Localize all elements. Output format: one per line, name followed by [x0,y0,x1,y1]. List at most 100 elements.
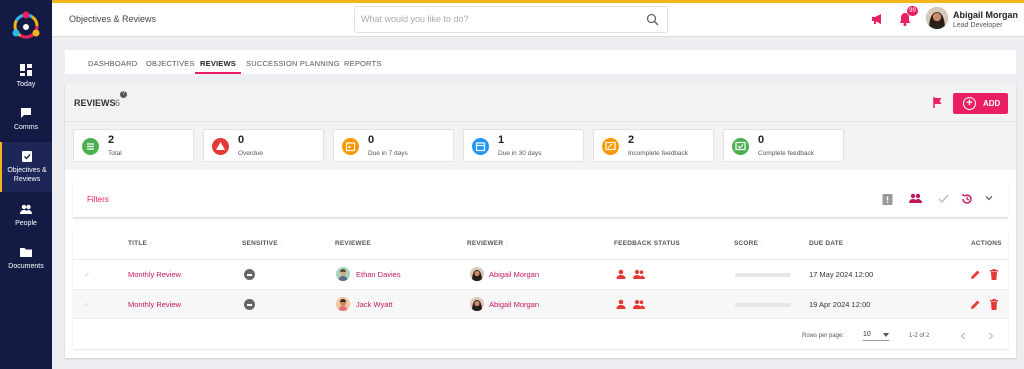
user-avatar[interactable] [926,7,948,29]
next-page-icon[interactable] [987,332,995,340]
stat-incomplete-feedback[interactable]: 2 Incomplete feedback [593,129,714,162]
reviewee-name-link[interactable]: Ethan Davies [356,270,401,279]
review-title-link[interactable]: Monthly Review [128,300,181,309]
top-header: Objectives & Reviews 99 Abigail Morgan L… [52,3,1024,37]
pagination-range: 1-2 of 2 [909,333,930,339]
header-label: SENSITIVE [242,240,278,247]
reviewer-avatar [470,297,484,311]
sidebar-item-documents[interactable]: Documents [0,246,52,271]
stat-label: Incomplete feedback [628,150,688,157]
stat-label: Overdue [238,150,263,157]
sidebar-item-objectives-reviews[interactable]: Objectives & Reviews [0,142,52,192]
folder-icon [20,248,32,257]
reviews-title: REVIEWS [74,98,116,108]
rows-per-page-select[interactable]: 10 [863,331,889,341]
sidebar-item-label: Today [16,81,36,88]
sort-icon: ↑ [760,240,764,247]
column-header-reviewee[interactable]: REVIEWEE ↑ [335,240,376,247]
stat-due-7-days[interactable]: 0 Due in 7 days [333,129,454,162]
chat-icon [21,108,31,118]
list-icon [82,138,99,155]
tab-dashboard[interactable]: DASHBOARD [88,59,137,68]
column-header-due-date[interactable]: DUE DATE ↑ [809,240,849,247]
stat-label: Due in 30 days [498,150,542,157]
feedback-edit-icon [602,138,619,155]
reviews-table: TITLE ↑ SENSITIVE ↑ REVIEWEE ↑ REVIEWER ↑ FE… [73,229,1008,349]
page-title: Objectives & Reviews [69,14,157,24]
stat-due-30-days[interactable]: 1 Due in 30 days [463,129,584,162]
tab-succession-planning[interactable]: SUCCESSION PLANNING [246,59,340,68]
delete-icon[interactable] [989,269,999,280]
sort-icon: ↑ [845,240,849,247]
reviewer-name-link[interactable]: Abigail Morgan [489,270,539,279]
person-feedback-icon[interactable] [616,299,626,309]
person-feedback-icon[interactable] [616,269,626,279]
stat-label: Due in 7 days [368,150,408,157]
calendar-icon [342,138,359,155]
stat-value: 1 [498,134,505,146]
sidebar-item-label: People [15,220,37,227]
calendar-icon [472,138,489,155]
sensitive-indicator-icon [244,299,255,310]
flag-icon[interactable] [933,97,943,108]
due-date: 19 Apr 2024 12:00 [809,300,871,309]
group-feedback-icon[interactable] [633,269,645,279]
megaphone-icon[interactable] [871,13,884,25]
reviewee-name-link[interactable]: Jack Wyatt [356,300,393,309]
review-title-link[interactable]: Monthly Review [128,270,181,279]
sort-icon: ↑ [372,240,377,247]
clipboard-alert-icon[interactable] [882,193,893,205]
column-header-reviewer[interactable]: REVIEWER ↑ [467,240,509,247]
filters-label[interactable]: Filters [87,195,109,204]
reviewer-name-link[interactable]: Abigail Morgan [489,300,539,309]
tab-objectives[interactable]: OBJECTIVES [146,59,195,68]
edit-icon[interactable] [970,269,981,280]
table-row[interactable]: ✓ Monthly Review Ethan Davies Abigail Mo… [73,259,1008,289]
row-check-icon[interactable]: ✓ [84,270,90,279]
header-label: REVIEWER [467,240,504,247]
user-role: Lead Developer [953,22,1003,29]
tab-bar: DASHBOARD OBJECTIVES REVIEWS SUCCESSION … [65,50,1016,74]
history-icon[interactable] [961,193,973,205]
help-icon[interactable]: ? [120,91,127,98]
column-header-score[interactable]: SCORE ↑ [734,240,764,247]
previous-page-icon[interactable] [959,332,967,340]
stat-overdue[interactable]: 0 Overdue [203,129,324,162]
stat-value: 2 [108,134,115,146]
chevron-down-icon[interactable] [984,193,994,203]
edit-icon[interactable] [970,299,981,310]
people-icon [20,204,32,214]
sidebar-item-today[interactable]: Today [0,64,52,89]
tab-reports[interactable]: REPORTS [344,59,382,68]
add-button-label: ADD [983,99,1001,108]
search-box[interactable] [354,6,668,33]
column-header-feedback-status: FEEDBACK STATUS [614,240,680,247]
reviewee-avatar [336,297,350,311]
stat-complete-feedback[interactable]: 0 Complete feedback [723,129,844,162]
tab-reviews[interactable]: REVIEWS [200,59,236,68]
column-header-title[interactable]: TITLE ↑ [128,240,153,247]
sidebar: Today Comms Objectives & Reviews People … [0,0,52,369]
header-label: TITLE [128,240,148,247]
row-check-icon[interactable]: ✓ [84,300,90,309]
sidebar-item-label: Documents [8,263,44,270]
search-input[interactable] [361,14,631,24]
stat-total[interactable]: 2 Total [73,129,194,162]
stat-value: 0 [368,134,375,146]
feedback-check-icon [732,138,749,155]
checkmark-filter-icon[interactable] [938,193,949,204]
people-filter-icon[interactable] [909,193,922,204]
score-bar [735,303,791,307]
search-icon[interactable] [646,13,659,26]
table-row[interactable]: ✓ Monthly Review Jack Wyatt Abigail Morg… [73,289,1008,319]
delete-icon[interactable] [989,299,999,310]
add-button[interactable]: + ADD [953,93,1008,114]
sidebar-item-people[interactable]: People [0,203,52,228]
dropdown-arrow-icon [883,333,889,337]
group-feedback-icon[interactable] [633,299,645,309]
column-header-sensitive[interactable]: SENSITIVE ↑ [242,240,283,247]
app-logo-icon[interactable] [9,9,43,43]
sidebar-item-comms[interactable]: Comms [0,107,52,132]
filters-panel[interactable]: Filters [73,181,1008,218]
header-label: FEEDBACK STATUS [614,240,680,247]
